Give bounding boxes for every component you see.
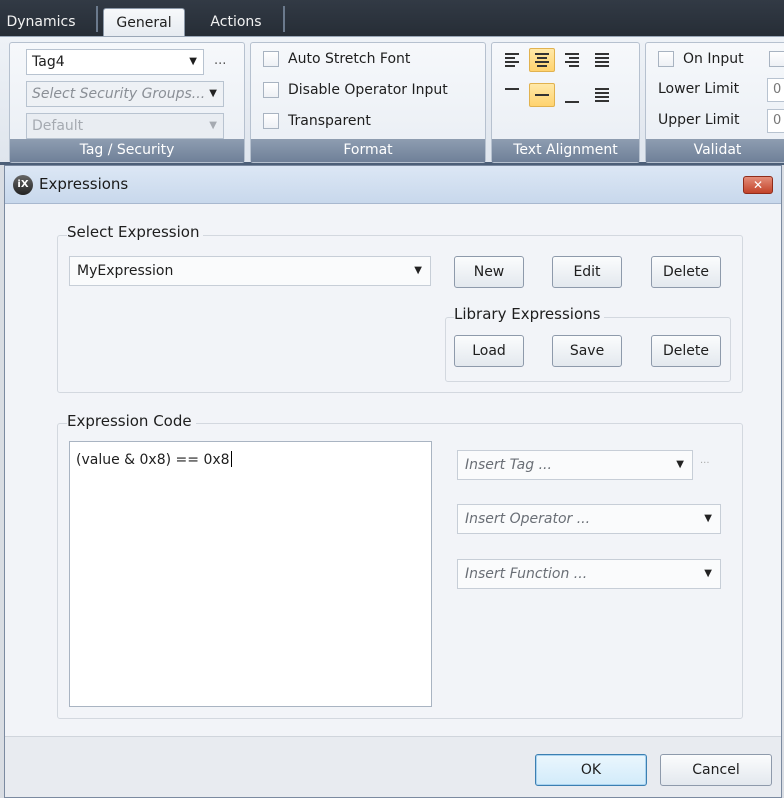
tab-dynamics[interactable]: Dynamics [0,8,82,36]
chevron-down-icon: ▼ [414,265,422,276]
ribbon-body: Tag4 ▼ ... Select Security Groups... ▼ D… [0,36,784,163]
tab-separator [283,6,285,32]
insert-function-select[interactable]: Insert Function ... ▼ [457,559,721,589]
security-groups-placeholder: Select Security Groups... [32,86,206,102]
insert-operator-placeholder: Insert Operator ... [465,511,591,527]
group-tag-security: Tag4 ▼ ... Select Security Groups... ▼ D… [9,42,245,163]
group-title-format: Format [251,139,485,162]
align-top-icon[interactable] [499,83,525,107]
load-button[interactable]: Load [454,335,524,367]
tag-combo-value: Tag4 [32,54,65,70]
secondary-checkbox[interactable] [769,51,784,67]
tab-separator [96,6,98,32]
ok-button[interactable]: OK [535,754,647,786]
auto-stretch-font-label: Auto Stretch Font [288,51,411,67]
tab-general[interactable]: General [103,8,185,36]
checkbox-box [263,113,279,129]
library-expressions-label: Library Expressions [454,305,605,323]
delete-expression-button[interactable]: Delete [651,256,721,288]
expression-select[interactable]: MyExpression ▼ [69,256,431,286]
default-combo: Default ▼ [26,113,224,139]
cancel-button[interactable]: Cancel [660,754,772,786]
chevron-down-icon: ▼ [209,120,217,131]
edit-button[interactable]: Edit [552,256,622,288]
auto-stretch-font-checkbox[interactable]: Auto Stretch Font [263,48,410,70]
group-validation: On Input Lower Limit 0 Upper Limit 0 Val… [645,42,784,163]
tab-actions[interactable]: Actions [196,8,276,36]
group-text-alignment: Text Alignment [491,42,640,163]
app-logo-icon: iX [13,175,33,195]
checkbox-box [263,82,279,98]
transparent-label: Transparent [288,113,371,129]
insert-tag-placeholder: Insert Tag ... [465,457,552,473]
align-left-icon[interactable] [499,48,525,72]
insert-tag-browse-button[interactable]: ... [700,455,710,466]
dialog-title-bar[interactable]: iX Expressions ✕ [5,166,781,204]
new-button[interactable]: New [454,256,524,288]
group-title-text-alignment: Text Alignment [492,139,639,162]
expression-code-editor[interactable]: (value & 0x8) == 0x8 [69,441,432,707]
text-caret [230,451,232,467]
expression-code-label: Expression Code [67,412,196,430]
expressions-dialog: iX Expressions ✕ Select Expression MyExp… [4,165,782,798]
save-button[interactable]: Save [552,335,622,367]
dialog-title: Expressions [39,175,129,193]
insert-operator-select[interactable]: Insert Operator ... ▼ [457,504,721,534]
expression-select-value: MyExpression [77,263,174,279]
group-format: Auto Stretch Font Disable Operator Input… [250,42,486,163]
default-combo-value: Default [32,118,84,134]
group-title-validation: Validat [646,139,784,162]
chevron-down-icon: ▼ [704,513,712,524]
align-center-icon[interactable] [529,48,555,72]
checkbox-box [263,51,279,67]
chevron-down-icon: ▼ [704,568,712,579]
align-stretch-icon[interactable] [589,83,615,107]
group-title-tag-security: Tag / Security [10,139,244,162]
lower-limit-input[interactable]: 0 [767,78,784,102]
delete-library-button[interactable]: Delete [651,335,721,367]
transparent-checkbox[interactable]: Transparent [263,110,371,132]
ribbon: Dynamics General Actions Tag4 ▼ ... Sele… [0,0,784,165]
disable-operator-input-checkbox[interactable]: Disable Operator Input [263,79,448,101]
insert-function-placeholder: Insert Function ... [465,566,588,582]
align-bottom-icon[interactable] [559,83,585,107]
align-justify-icon[interactable] [589,48,615,72]
select-expression-label: Select Expression [67,223,204,241]
chevron-down-icon: ▼ [209,88,217,99]
chevron-down-icon: ▼ [189,56,197,67]
ribbon-tab-bar: Dynamics General Actions [0,0,784,36]
chevron-down-icon: ▼ [676,459,684,470]
tag-combo[interactable]: Tag4 ▼ [26,49,204,75]
on-input-checkbox[interactable]: On Input [658,48,744,70]
checkbox-box [658,51,674,67]
upper-limit-input[interactable]: 0 [767,109,784,133]
align-right-icon[interactable] [559,48,585,72]
expression-code-text: (value & 0x8) == 0x8 [76,452,230,468]
security-groups-combo[interactable]: Select Security Groups... ▼ [26,81,224,107]
upper-limit-label: Upper Limit [658,112,740,128]
insert-tag-select[interactable]: Insert Tag ... ▼ [457,450,693,480]
disable-operator-input-label: Disable Operator Input [288,82,448,98]
lower-limit-label: Lower Limit [658,81,740,97]
align-middle-icon[interactable] [529,83,555,107]
on-input-label: On Input [683,51,744,67]
tag-browse-button[interactable]: ... [214,53,226,68]
close-button[interactable]: ✕ [743,176,773,194]
